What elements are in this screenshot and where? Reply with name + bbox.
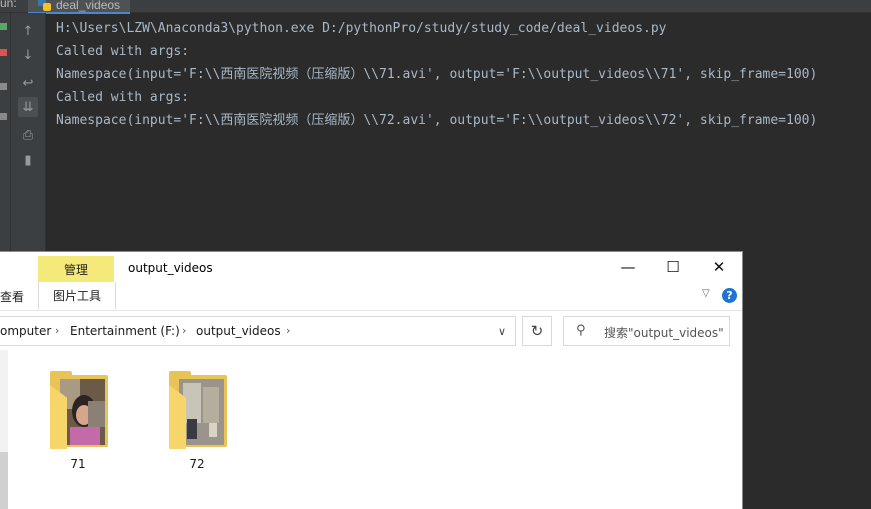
restore-layout-icon[interactable] xyxy=(0,83,7,90)
window-title: output_videos xyxy=(128,261,213,275)
scroll-to-end-icon[interactable]: ⇊ xyxy=(18,97,38,117)
folder-name: 72 xyxy=(189,457,205,471)
pin-tab-icon[interactable] xyxy=(0,113,7,120)
tab-view[interactable]: 查看 xyxy=(0,288,24,305)
python-icon xyxy=(38,0,51,11)
trash-icon[interactable]: ▮ xyxy=(18,150,38,170)
run-label: un: xyxy=(0,0,17,10)
search-icon: ⚲ xyxy=(576,323,586,338)
close-button[interactable]: ✕ xyxy=(696,256,742,278)
search-input[interactable]: ⚲ 搜索"output_videos" xyxy=(563,316,730,346)
folder-item[interactable]: 71 xyxy=(43,369,113,471)
console-output[interactable]: H:\Users\LZW\Anaconda3\python.exe D:/pyt… xyxy=(56,17,871,132)
arrow-down-icon[interactable]: ↓ xyxy=(18,45,38,65)
soft-wrap-icon[interactable]: ↩ xyxy=(18,73,38,93)
chevron-down-icon[interactable]: ▽ xyxy=(702,288,710,299)
console-line: H:\Users\LZW\Anaconda3\python.exe D:/pyt… xyxy=(56,21,667,36)
help-icon[interactable]: ? xyxy=(722,288,737,303)
chevron-right-icon[interactable]: › xyxy=(55,324,59,337)
stop-icon[interactable] xyxy=(0,49,7,56)
console-line: Called with args: xyxy=(56,44,190,59)
address-row: omputer › Entertainment (F:) › output_vi… xyxy=(0,314,742,346)
nav-scrollbar[interactable] xyxy=(0,452,8,509)
breadcrumb-computer[interactable]: omputer xyxy=(0,324,51,338)
tab-picture-tools[interactable]: 图片工具 xyxy=(38,282,116,309)
rerun-icon[interactable] xyxy=(0,23,7,30)
address-bar[interactable]: omputer › Entertainment (F:) › output_vi… xyxy=(0,316,516,346)
console-line: Namespace(input='F:\\西南医院视频（压缩版）\\71.avi… xyxy=(56,67,818,82)
run-tab-label: deal_videos xyxy=(56,0,121,12)
chevron-right-icon[interactable]: › xyxy=(286,324,290,337)
folder-item[interactable]: 72 xyxy=(162,369,232,471)
maximize-button[interactable]: ☐ xyxy=(650,256,696,278)
console-line: Called with args: xyxy=(56,90,190,105)
title-bar: 管理 output_videos — ☐ ✕ xyxy=(0,252,742,282)
manage-context-tab[interactable]: 管理 xyxy=(38,256,114,282)
run-tab-deal-videos[interactable]: deal_videos xyxy=(28,0,131,14)
minimize-button[interactable]: — xyxy=(605,256,651,278)
chevron-right-icon[interactable]: › xyxy=(182,324,186,337)
search-placeholder: 搜索"output_videos" xyxy=(604,326,724,340)
file-explorer-window: 管理 output_videos — ☐ ✕ 查看 图片工具 ▽ ? omput… xyxy=(0,252,742,509)
print-icon[interactable]: ⎙ xyxy=(18,125,38,145)
ribbon-tabs: 查看 图片工具 ▽ ? xyxy=(0,282,742,311)
refresh-button[interactable]: ↻ xyxy=(522,316,552,346)
folder-name: 71 xyxy=(70,457,86,471)
breadcrumb-drive[interactable]: Entertainment (F:) xyxy=(70,324,180,338)
chevron-down-icon[interactable]: ∨ xyxy=(498,325,506,338)
console-line: Namespace(input='F:\\西南医院视频（压缩版）\\72.avi… xyxy=(56,113,818,128)
breadcrumb-folder[interactable]: output_videos xyxy=(196,324,281,338)
arrow-up-icon[interactable]: ↑ xyxy=(18,21,38,41)
run-panel-header: un: deal_videos xyxy=(0,0,871,14)
